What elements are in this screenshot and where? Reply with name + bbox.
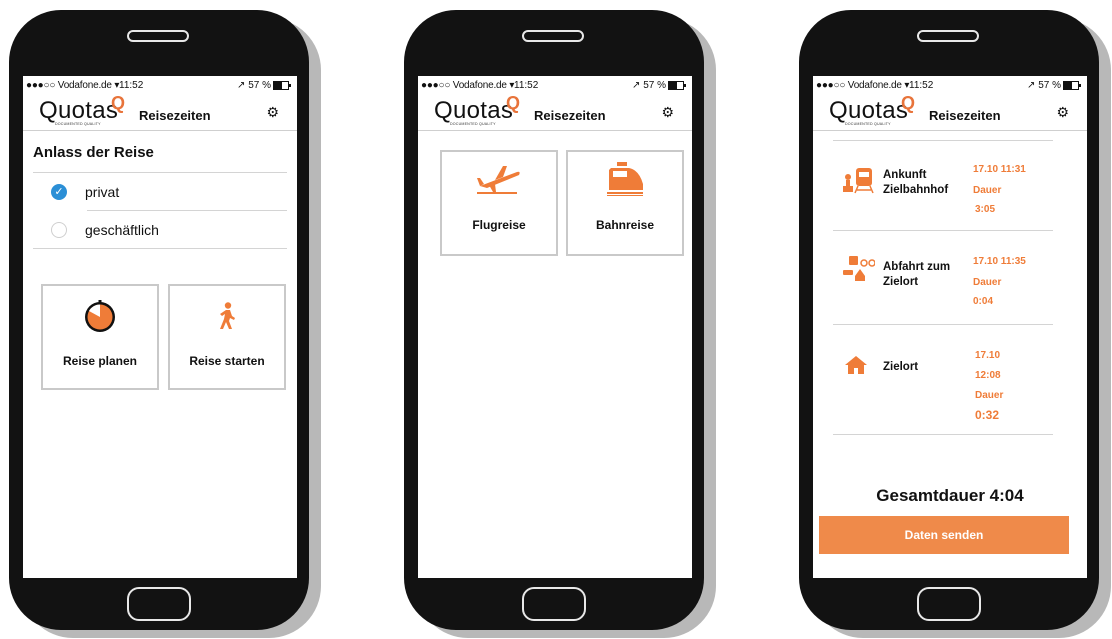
app-header: Quotas Q DOCUMENTED QUALITY Reisezeiten … bbox=[813, 93, 1087, 131]
section-title: Anlass der Reise bbox=[33, 144, 154, 161]
step-duration-label: Dauer bbox=[973, 185, 1002, 196]
logo-q-mark: Q bbox=[901, 93, 916, 113]
transport-modes-icon bbox=[843, 256, 876, 287]
speaker-slot bbox=[522, 30, 584, 42]
app-title: Reisezeiten bbox=[929, 108, 1001, 123]
divider bbox=[833, 140, 1053, 141]
step-name-line1: Zielort bbox=[883, 361, 919, 373]
radio-empty-icon[interactable] bbox=[51, 222, 67, 238]
divider bbox=[33, 248, 287, 249]
step-name-line2: Zielort bbox=[883, 276, 919, 288]
phone-3: ●●●○○ Vodafone.de ▾ 11:52 ↗ 57 % Quotas … bbox=[799, 10, 1111, 638]
screen-trip-type: ●●●○○ Vodafone.de ▾ 11:52 ↗ 57 % Quotas … bbox=[418, 76, 692, 578]
battery-indicator: ↗ 57 % bbox=[1027, 80, 1081, 91]
step-duration-label: Dauer bbox=[975, 390, 1004, 401]
phone-2: ●●●○○ Vodafone.de ▾ 11:52 ↗ 57 % Quotas … bbox=[404, 10, 716, 638]
status-bar: ●●●○○ Vodafone.de ▾ 11:52 ↗ 57 % bbox=[23, 80, 297, 94]
step-name-line1: Abfahrt zum bbox=[883, 261, 951, 273]
battery-icon bbox=[668, 80, 686, 90]
send-data-button[interactable]: Daten senden bbox=[819, 516, 1069, 554]
app-title: Reisezeiten bbox=[139, 108, 211, 123]
location-icon: ↗ bbox=[1027, 80, 1036, 91]
logo-q-mark: Q bbox=[506, 93, 521, 113]
option-privat[interactable]: ✓ privat bbox=[51, 184, 119, 200]
timer-icon bbox=[43, 300, 157, 339]
screen-trip-summary: ●●●○○ Vodafone.de ▾ 11:52 ↗ 57 % Quotas … bbox=[813, 76, 1087, 578]
checkmark-icon[interactable]: ✓ bbox=[51, 184, 67, 200]
carrier-label: ●●●○○ Vodafone.de ▾ bbox=[816, 80, 910, 91]
speaker-slot bbox=[917, 30, 979, 42]
step-duration: 3:05 bbox=[975, 204, 996, 215]
battery-indicator: ↗ 57 % bbox=[237, 80, 291, 91]
carrier-label: ●●●○○ Vodafone.de ▾ bbox=[26, 80, 120, 91]
battery-icon bbox=[273, 80, 291, 90]
status-time: 11:52 bbox=[514, 80, 539, 91]
home-button[interactable] bbox=[522, 587, 586, 621]
train-trip-label: Bahnreise bbox=[595, 218, 655, 232]
divider bbox=[833, 230, 1053, 231]
start-trip-button[interactable]: Reise starten bbox=[168, 284, 286, 390]
train-trip-button[interactable]: Bahnreise bbox=[566, 150, 684, 256]
step-duration: 0:04 bbox=[973, 296, 994, 307]
status-time: 11:52 bbox=[909, 80, 934, 91]
step-datetime: 17.10 11:31 bbox=[973, 164, 1026, 175]
status-bar: ●●●○○ Vodafone.de ▾ 11:52 ↗ 57 % bbox=[813, 80, 1087, 94]
total-duration: Gesamtdauer 4:04 bbox=[876, 486, 1024, 505]
step-date: 17.10 bbox=[975, 350, 1001, 361]
airplane-icon bbox=[442, 164, 556, 199]
flight-trip-button[interactable]: Flugreise bbox=[440, 150, 558, 256]
battery-icon bbox=[1063, 80, 1081, 90]
home-icon bbox=[845, 356, 867, 379]
gear-icon[interactable]: ⚙ bbox=[266, 104, 279, 121]
logo-q-mark: Q bbox=[111, 93, 126, 113]
station-icon bbox=[841, 164, 877, 199]
quotas-logo: Quotas Q DOCUMENTED QUALITY bbox=[829, 93, 916, 126]
home-button[interactable] bbox=[917, 587, 981, 621]
plan-trip-button[interactable]: Reise planen bbox=[41, 284, 159, 390]
start-trip-label: Reise starten bbox=[189, 354, 265, 368]
quotas-logo: Quotas Q DOCUMENTED QUALITY bbox=[39, 93, 126, 126]
quotas-logo: Quotas Q DOCUMENTED QUALITY bbox=[434, 93, 521, 126]
status-bar: ●●●○○ Vodafone.de ▾ 11:52 ↗ 57 % bbox=[418, 80, 692, 94]
app-title: Reisezeiten bbox=[534, 108, 606, 123]
train-icon bbox=[568, 162, 682, 201]
app-header: Quotas Q DOCUMENTED QUALITY Reisezeiten … bbox=[23, 93, 297, 131]
step-duration-label: Dauer bbox=[973, 277, 1002, 288]
screen-trip-purpose: ●●●○○ Vodafone.de ▾ 11:52 ↗ 57 % Quotas … bbox=[23, 76, 297, 578]
app-header: Quotas Q DOCUMENTED QUALITY Reisezeiten … bbox=[418, 93, 692, 131]
divider bbox=[87, 210, 287, 211]
gear-icon[interactable]: ⚙ bbox=[1056, 104, 1069, 121]
carrier-label: ●●●○○ Vodafone.de ▾ bbox=[421, 80, 515, 91]
option-geschaeftlich[interactable]: geschäftlich bbox=[51, 222, 159, 238]
step-datetime: 17.10 11:35 bbox=[973, 256, 1026, 267]
speaker-slot bbox=[127, 30, 189, 42]
flight-trip-label: Flugreise bbox=[472, 218, 526, 232]
divider bbox=[833, 324, 1053, 325]
step-name-line2: Zielbahnhof bbox=[883, 184, 949, 196]
divider bbox=[33, 172, 287, 173]
home-button[interactable] bbox=[127, 587, 191, 621]
location-icon: ↗ bbox=[632, 80, 641, 91]
divider bbox=[833, 434, 1053, 435]
walking-person-icon bbox=[170, 302, 284, 335]
status-time: 11:52 bbox=[119, 80, 144, 91]
step-duration: 0:32 bbox=[975, 408, 1000, 422]
phone-1: ●●●○○ Vodafone.de ▾ 11:52 ↗ 57 % Quotas … bbox=[9, 10, 321, 638]
location-icon: ↗ bbox=[237, 80, 246, 91]
step-time: 12:08 bbox=[975, 370, 1001, 381]
gear-icon[interactable]: ⚙ bbox=[661, 104, 674, 121]
battery-indicator: ↗ 57 % bbox=[632, 80, 686, 91]
plan-trip-label: Reise planen bbox=[62, 354, 138, 368]
step-name-line1: Ankunft bbox=[883, 169, 927, 181]
